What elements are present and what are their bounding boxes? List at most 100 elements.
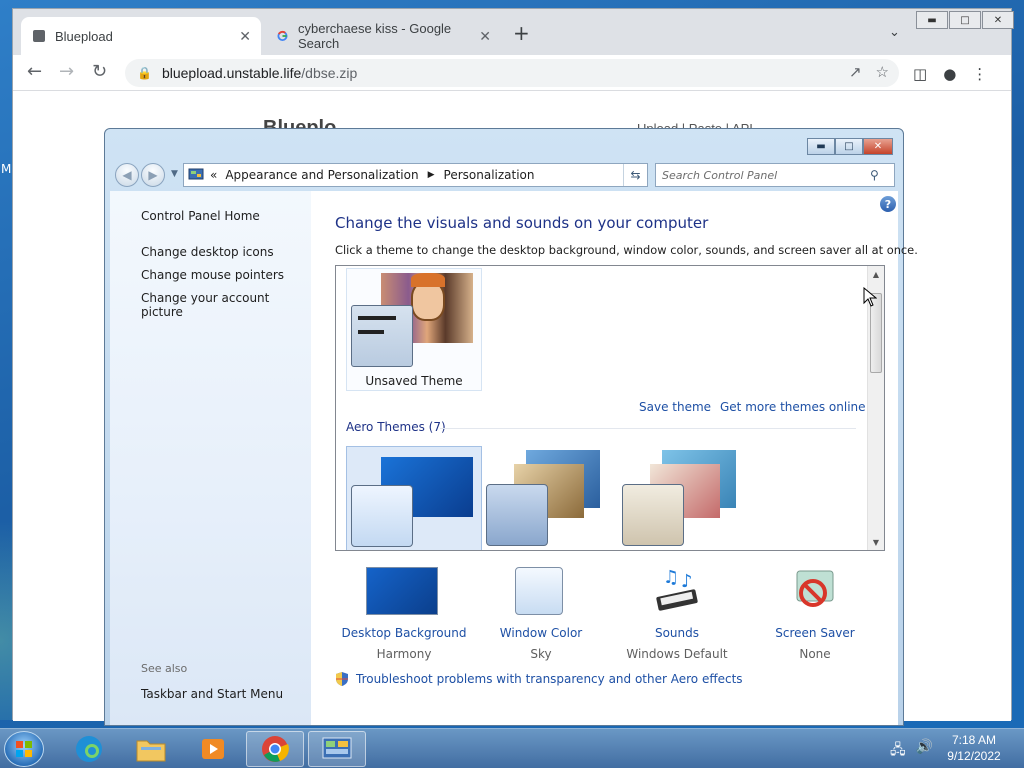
change-desktop-icons-link[interactable]: Change desktop icons	[141, 245, 274, 259]
theme-list: Unsaved Theme Save theme Get more themes…	[335, 265, 885, 551]
taskbar-edge[interactable]	[60, 731, 118, 767]
minimize-button[interactable]: ▬	[807, 138, 835, 155]
folder-icon	[136, 740, 166, 762]
taskbar: 🖧 🔊 7:18 AM 9/12/2022	[0, 728, 1024, 768]
get-more-themes-link[interactable]: Get more themes online	[720, 400, 866, 414]
clock-time: 7:18 AM	[951, 733, 997, 747]
forward-arrow-icon[interactable]: →	[59, 61, 74, 82]
network-icon[interactable]: 🖧	[890, 739, 906, 763]
taskbar-control-panel[interactable]	[308, 731, 366, 767]
browser-minimize-button[interactable]: ▬	[916, 11, 948, 29]
tab-close-icon[interactable]: ✕	[239, 28, 251, 45]
taskbar-chrome[interactable]	[246, 731, 304, 767]
window-color-link[interactable]: Window Color	[471, 626, 611, 640]
tab-google-search[interactable]: cyberchaese kiss - Google Search ✕	[265, 17, 501, 55]
new-tab-button[interactable]: +	[513, 21, 530, 45]
scroll-up-icon[interactable]: ▲	[868, 266, 884, 282]
breadcrumb-appearance[interactable]: Appearance and Personalization	[225, 168, 418, 182]
refresh-icon[interactable]: ⇆	[623, 164, 647, 186]
desktop-background-icon	[366, 567, 438, 615]
change-mouse-pointers-link[interactable]: Change mouse pointers	[141, 268, 284, 282]
page-title: Change the visuals and sounds on your co…	[335, 214, 709, 232]
bookmark-star-icon[interactable]: ☆	[876, 63, 889, 81]
recent-pages-chevron-down-icon[interactable]: ▼	[171, 169, 178, 179]
search-input[interactable]	[656, 168, 864, 182]
glass-color-preview	[486, 484, 548, 546]
browser-close-button[interactable]: ✕	[982, 11, 1014, 29]
tab-close-icon[interactable]: ✕	[479, 28, 491, 45]
address-bar[interactable]: 🔒 bluepload.unstable.life /dbse.zip ↗ ☆	[125, 59, 899, 87]
change-account-picture-link[interactable]: Change your account picture	[141, 291, 311, 319]
svg-text:♫: ♫	[663, 567, 679, 588]
help-icon[interactable]: ?	[880, 196, 896, 212]
sounds-link[interactable]: Sounds	[607, 626, 747, 640]
desktop-background-value: Harmony	[376, 647, 432, 661]
search-icon[interactable]: ⚲	[870, 168, 879, 182]
browser-maximize-button[interactable]: □	[949, 11, 981, 29]
breadcrumb-personalization[interactable]: Personalization	[444, 168, 535, 182]
theme-list-scrollbar[interactable]: ▲ ▼	[867, 266, 884, 550]
sounds-icon: ♫ ♪	[656, 567, 698, 611]
lock-icon[interactable]: 🔒	[137, 66, 152, 80]
clock[interactable]: 7:18 AM 9/12/2022	[938, 732, 1010, 764]
aero-theme-architecture[interactable]	[482, 446, 618, 550]
share-icon[interactable]: ↗	[849, 63, 862, 81]
aero-themes-heading: Aero Themes (7)	[346, 420, 446, 434]
uac-shield-icon	[336, 672, 348, 686]
main-pane: ? Change the visuals and sounds on your …	[311, 191, 918, 725]
desktop-background-link[interactable]: Desktop Background	[334, 626, 474, 640]
aero-theme-nature[interactable]	[618, 446, 754, 550]
page-subtitle: Click a theme to change the desktop back…	[335, 243, 918, 257]
desktop-icon-label[interactable]: M	[1, 162, 11, 176]
section-divider	[440, 428, 856, 429]
system-tray: 🖧 🔊	[890, 739, 933, 763]
nav-buttons: ◀ ▶ ▼	[115, 163, 178, 187]
troubleshoot-link-text[interactable]: Troubleshoot problems with transparency …	[356, 672, 743, 686]
breadcrumb-overflow[interactable]: «	[210, 168, 217, 182]
sounds-value: Windows Default	[626, 647, 728, 661]
browser-toolbar: ← → ↻ 🔒 bluepload.unstable.life /dbse.zi…	[13, 55, 1011, 91]
search-box[interactable]: ⚲	[655, 163, 895, 187]
volume-icon[interactable]: 🔊	[916, 739, 933, 763]
glass-color-preview	[622, 484, 684, 546]
personalization-window: ▬ □ ✕ ◀ ▶ ▼ « Appearance and Personaliza…	[104, 128, 918, 726]
control-panel-icon	[188, 168, 204, 180]
screen-saver-link[interactable]: Screen Saver	[745, 626, 885, 640]
screen-saver-icon	[796, 570, 834, 607]
taskbar-start-menu-link[interactable]: Taskbar and Start Menu	[141, 687, 283, 701]
mouse-cursor-icon	[863, 287, 877, 307]
window-color-icon	[515, 567, 563, 615]
screen-saver-value: None	[799, 647, 831, 661]
reload-icon[interactable]: ↻	[92, 61, 107, 82]
taskbar-explorer[interactable]	[122, 731, 180, 767]
save-theme-link[interactable]: Save theme	[639, 400, 711, 414]
breadcrumb-separator-icon[interactable]: ▶	[428, 170, 435, 180]
troubleshoot-aero-link[interactable]: Troubleshoot problems with transparency …	[335, 671, 743, 687]
browser-tabbar: Bluepload ✕ cyberchaese kiss - Google Se…	[13, 9, 1014, 55]
google-icon	[277, 30, 288, 42]
glass-color-preview	[351, 485, 413, 547]
window-controls: ▬ □ ✕	[807, 138, 893, 155]
back-arrow-icon[interactable]: ←	[27, 61, 42, 82]
tab-title: Bluepload	[55, 28, 113, 44]
see-also-heading: See also	[141, 662, 188, 675]
scroll-down-icon[interactable]: ▼	[868, 534, 884, 550]
forward-button[interactable]: ▶	[141, 163, 165, 187]
taskbar-media-player[interactable]	[184, 731, 242, 767]
unsaved-theme-tile[interactable]: Unsaved Theme	[346, 268, 482, 391]
windows-logo-icon	[16, 741, 32, 757]
close-button[interactable]: ✕	[863, 138, 893, 155]
back-button[interactable]: ◀	[115, 163, 139, 187]
theme-window-preview	[351, 305, 413, 367]
profile-avatar-icon[interactable]: ●	[943, 65, 956, 83]
start-button[interactable]	[4, 731, 44, 767]
control-panel-home-link[interactable]: Control Panel Home	[141, 209, 260, 223]
tab-bluepload[interactable]: Bluepload ✕	[21, 17, 261, 55]
control-panel-icon	[322, 737, 352, 759]
tab-search-chevron-down-icon[interactable]: ⌄	[889, 25, 900, 40]
side-panel-icon[interactable]: ◫	[913, 65, 927, 83]
aero-theme-windows7[interactable]	[346, 446, 482, 550]
menu-kebab-icon[interactable]: ⋮	[972, 65, 987, 83]
maximize-button[interactable]: □	[835, 138, 863, 155]
breadcrumb[interactable]: « Appearance and Personalization ▶ Perso…	[183, 163, 648, 187]
